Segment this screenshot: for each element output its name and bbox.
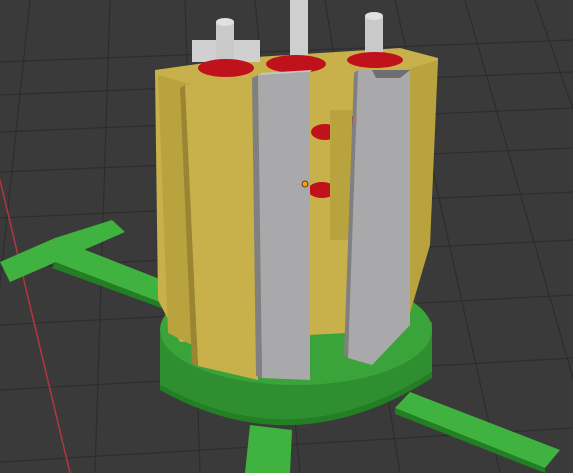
- origin-point[interactable]: [301, 180, 309, 188]
- 3d-viewport[interactable]: [0, 0, 573, 473]
- gray-panel-left[interactable]: [252, 70, 312, 380]
- gold-panel-front[interactable]: [158, 75, 258, 380]
- gray-panel-right[interactable]: [344, 70, 410, 365]
- x-axis-line: [0, 179, 71, 473]
- viewport-canvas[interactable]: [0, 0, 573, 473]
